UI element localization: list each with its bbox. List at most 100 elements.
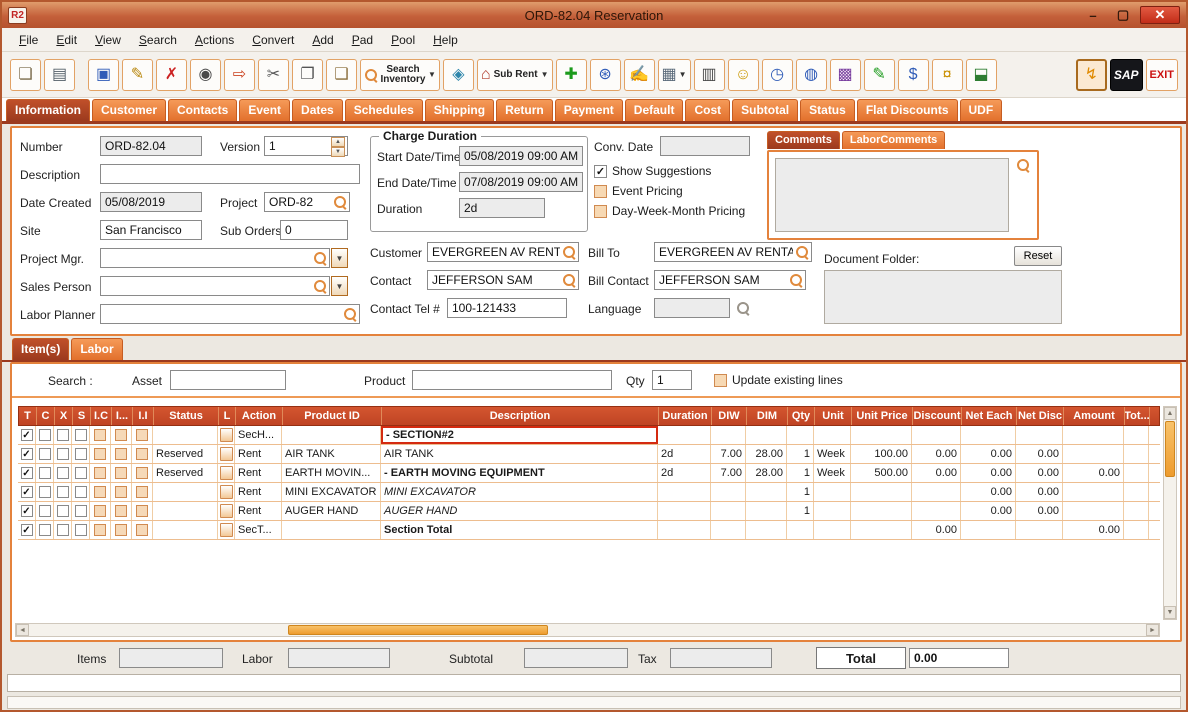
- labor-planner-field[interactable]: [100, 304, 360, 324]
- cell-action[interactable]: SecT...: [235, 521, 282, 539]
- dropdown-arrow-icon[interactable]: ▼: [679, 70, 687, 79]
- cell-amount[interactable]: [1063, 483, 1124, 501]
- modules-button[interactable]: ▩: [830, 59, 861, 91]
- cell-net_disc[interactable]: 0.00: [1016, 445, 1063, 463]
- cell-qty[interactable]: [787, 426, 814, 444]
- cell-description[interactable]: - SECTION#2: [381, 426, 658, 444]
- row-flag-ii[interactable]: [136, 524, 148, 536]
- column-header-duration[interactable]: Duration: [659, 407, 712, 425]
- vertical-scrollbar[interactable]: ▲ ▼: [1163, 406, 1177, 620]
- row-checkbox-t[interactable]: ✓: [21, 429, 33, 441]
- customer-input[interactable]: [430, 245, 562, 259]
- cell-qty[interactable]: [787, 521, 814, 539]
- cell-c[interactable]: [36, 483, 54, 501]
- cell-qty[interactable]: 1: [787, 445, 814, 463]
- row-checkbox-t[interactable]: ✓: [21, 486, 33, 498]
- cell-il[interactable]: [111, 483, 132, 501]
- cell-l[interactable]: [218, 483, 235, 501]
- row-flag-il[interactable]: [115, 429, 127, 441]
- cell-tot[interactable]: [1124, 426, 1149, 444]
- cell-t[interactable]: ✓: [18, 426, 36, 444]
- project-mgr-dropdown[interactable]: ▼: [331, 248, 348, 268]
- column-header-amount[interactable]: Amount: [1064, 407, 1125, 425]
- cell-action[interactable]: Rent: [235, 483, 282, 501]
- product-search-input[interactable]: [412, 370, 612, 390]
- row-flag-ic[interactable]: [94, 486, 106, 498]
- grid-options-button[interactable]: ▦▼: [658, 59, 691, 91]
- cell-ii[interactable]: [132, 445, 153, 463]
- comments-textarea[interactable]: [775, 158, 1009, 232]
- cell-tot[interactable]: [1124, 464, 1149, 482]
- cut-button[interactable]: ✂: [258, 59, 289, 91]
- cell-product_id[interactable]: EARTH MOVIN...: [282, 464, 381, 482]
- cell-net_each[interactable]: 0.00: [961, 483, 1016, 501]
- cell-ii[interactable]: [132, 483, 153, 501]
- cell-description[interactable]: MINI EXCAVATOR: [381, 483, 658, 501]
- cell-description[interactable]: AIR TANK: [381, 445, 658, 463]
- cell-description[interactable]: - EARTH MOVING EQUIPMENT: [381, 464, 658, 482]
- menu-edit[interactable]: Edit: [47, 30, 86, 50]
- row-line-icon[interactable]: [220, 428, 233, 442]
- customer-field[interactable]: [427, 242, 579, 262]
- cell-ic[interactable]: [90, 464, 111, 482]
- cell-c[interactable]: [36, 521, 54, 539]
- row-flag-ii[interactable]: [136, 448, 148, 460]
- sales-person-field[interactable]: [100, 276, 330, 296]
- cell-diw[interactable]: [711, 502, 746, 520]
- cell-net_disc[interactable]: [1016, 426, 1063, 444]
- qty-input[interactable]: [652, 370, 692, 390]
- horizontal-scrollbar[interactable]: ◄ ►: [15, 623, 1160, 637]
- cell-s[interactable]: [72, 502, 90, 520]
- cell-diw[interactable]: 7.00: [711, 464, 746, 482]
- customer-lookup-icon[interactable]: [562, 245, 576, 259]
- exit-button[interactable]: EXIT: [1146, 59, 1178, 91]
- tab-flat-discounts[interactable]: Flat Discounts: [857, 99, 958, 121]
- column-header-qty[interactable]: Qty: [788, 407, 815, 425]
- cell-action[interactable]: Rent: [235, 502, 282, 520]
- cell-diw[interactable]: [711, 426, 746, 444]
- cell-product_id[interactable]: AUGER HAND: [282, 502, 381, 520]
- cell-dim[interactable]: [746, 483, 787, 501]
- cell-unit_price[interactable]: 100.00: [851, 445, 912, 463]
- row-checkbox-t[interactable]: ✓: [21, 467, 33, 479]
- row-checkbox-s[interactable]: [75, 448, 87, 460]
- print-documents-button[interactable]: ▥: [694, 59, 725, 91]
- show-suggestions-checkbox[interactable]: ✓: [594, 165, 607, 178]
- cell-unit_price[interactable]: 500.00: [851, 464, 912, 482]
- cell-duration[interactable]: [658, 426, 711, 444]
- column-header-tot[interactable]: Tot...: [1125, 407, 1150, 425]
- tab-cost[interactable]: Cost: [685, 99, 730, 121]
- comments-lookup-icon[interactable]: [1016, 158, 1030, 172]
- sub-rent-button[interactable]: ⌂Sub Rent▼: [477, 59, 553, 91]
- project-lookup-icon[interactable]: [333, 195, 347, 209]
- cell-amount[interactable]: [1063, 426, 1124, 444]
- cell-tot[interactable]: [1124, 521, 1149, 539]
- row-line-icon[interactable]: [220, 523, 233, 537]
- menu-convert[interactable]: Convert: [243, 30, 303, 50]
- vertical-scroll-thumb[interactable]: [1165, 421, 1175, 477]
- cell-product_id[interactable]: MINI EXCAVATOR: [282, 483, 381, 501]
- row-checkbox-t[interactable]: ✓: [21, 524, 33, 536]
- web-button[interactable]: ◍: [796, 59, 827, 91]
- cell-discount[interactable]: 0.00: [912, 445, 961, 463]
- cell-t[interactable]: ✓: [18, 483, 36, 501]
- tab-subtotal[interactable]: Subtotal: [732, 99, 798, 121]
- cell-dim[interactable]: [746, 521, 787, 539]
- cell-l[interactable]: [218, 502, 235, 520]
- tab-schedules[interactable]: Schedules: [345, 99, 423, 121]
- version-field[interactable]: ▲▼: [264, 136, 348, 156]
- tab-shipping[interactable]: Shipping: [425, 99, 494, 121]
- sales-person-input[interactable]: [103, 279, 313, 293]
- tab-dates[interactable]: Dates: [292, 99, 343, 121]
- column-header-net_each[interactable]: Net Each: [962, 407, 1017, 425]
- row-flag-ii[interactable]: [136, 429, 148, 441]
- contact-lookup-icon[interactable]: [562, 273, 576, 287]
- cell-c[interactable]: [36, 426, 54, 444]
- cell-ii[interactable]: [132, 521, 153, 539]
- start-datetime-field[interactable]: [459, 146, 583, 166]
- cell-discount[interactable]: [912, 426, 961, 444]
- asset-search-input[interactable]: [170, 370, 286, 390]
- cell-ic[interactable]: [90, 426, 111, 444]
- items-total-field[interactable]: [119, 648, 223, 668]
- tab-laborcomments[interactable]: LaborComments: [842, 131, 945, 149]
